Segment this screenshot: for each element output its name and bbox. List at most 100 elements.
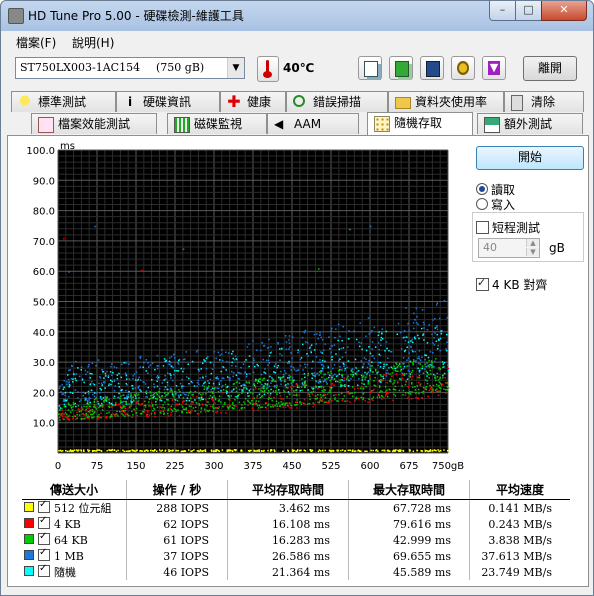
data-point [424, 387, 426, 389]
data-point [273, 365, 276, 367]
data-point [213, 364, 215, 366]
data-point [412, 359, 415, 361]
tab-file-benchmark[interactable]: 檔案效能測試 [31, 113, 157, 134]
data-point [407, 369, 410, 372]
data-point [395, 370, 398, 372]
tab-folder-usage[interactable]: 資料夾使用率 [388, 91, 504, 112]
data-point [284, 402, 287, 405]
data-point [258, 407, 260, 409]
data-point [77, 367, 79, 369]
data-point [292, 366, 295, 369]
copy-screenshot-button[interactable] [389, 56, 413, 80]
tab-erase[interactable]: 清除 [504, 91, 584, 112]
random-access-icon [374, 116, 390, 132]
tab-info[interactable]: i 硬碟資訊 [116, 91, 220, 112]
maximize-button[interactable]: □ [515, 1, 542, 21]
start-button[interactable]: 開始 [476, 146, 584, 170]
data-point [386, 450, 389, 452]
tab-disk-monitor[interactable]: 磁碟監視 [167, 113, 267, 134]
data-point [137, 393, 140, 395]
stepper-up-icon[interactable]: ▲ [526, 239, 539, 247]
data-point [347, 378, 349, 381]
data-point [203, 385, 206, 388]
series-checkbox[interactable] [38, 563, 50, 577]
folder-icon [395, 97, 411, 109]
data-point [272, 404, 274, 406]
data-point [220, 390, 222, 392]
short-test-size-stepper[interactable]: 40 ▲ ▼ [478, 238, 540, 258]
data-point [242, 363, 245, 365]
row-size[interactable]: 4 KB [22, 515, 127, 532]
data-point [120, 395, 122, 398]
chevron-down-icon[interactable]: ▼ [227, 58, 244, 78]
data-point [129, 406, 131, 409]
download-button[interactable]: ▼ [482, 56, 506, 80]
window-title: HD Tune Pro 5.00 - 硬碟檢測-維護工具 [28, 9, 244, 23]
tab-benchmark[interactable]: 標準測試 [11, 91, 116, 112]
series-checkbox[interactable] [38, 531, 50, 545]
data-point [153, 395, 155, 398]
data-point [377, 361, 380, 364]
data-point [432, 319, 434, 321]
data-point [113, 379, 116, 381]
data-point [295, 389, 298, 391]
data-point [368, 333, 371, 335]
data-point [88, 411, 91, 413]
data-point [285, 348, 288, 351]
data-point [412, 322, 415, 324]
data-point [320, 351, 322, 353]
data-point [351, 368, 354, 371]
data-point [341, 379, 343, 381]
row-size[interactable]: 隨機 [22, 563, 127, 580]
data-point [318, 361, 320, 363]
data-point [424, 358, 426, 361]
data-point [123, 405, 126, 408]
data-point [402, 356, 405, 359]
data-point [408, 329, 410, 332]
data-point [225, 386, 228, 389]
x-tick-label: 75 [91, 461, 104, 472]
series-checkbox[interactable] [38, 499, 50, 513]
write-radio[interactable]: 寫入 [476, 196, 515, 213]
align-4kb-checkbox[interactable]: 4 KB 對齊 [476, 276, 547, 293]
data-point [111, 374, 113, 377]
data-point [222, 377, 225, 379]
series-label: 4 KB [54, 518, 81, 531]
data-point [445, 333, 448, 336]
short-test-checkbox[interactable]: 短程測試 [476, 219, 540, 236]
row-size[interactable]: 1 MB [22, 547, 127, 564]
series-checkbox[interactable] [38, 547, 50, 561]
data-point [389, 388, 391, 391]
close-button[interactable]: ✕ [541, 1, 587, 21]
exit-button[interactable]: 離開 [523, 56, 577, 81]
tab-extra-tests[interactable]: 額外測試 [477, 113, 583, 134]
row-size[interactable]: 64 KB [22, 531, 127, 548]
data-point [122, 449, 124, 452]
tab-random-access[interactable]: 隨機存取 [367, 112, 473, 135]
tab-health[interactable]: ✚ 健康 [220, 91, 286, 112]
series-checkbox[interactable] [38, 515, 50, 529]
stepper-down-icon[interactable]: ▼ [526, 248, 539, 256]
data-point [83, 414, 85, 416]
data-point [397, 370, 399, 372]
data-point [81, 379, 84, 381]
save-button[interactable] [420, 56, 444, 80]
menu-file[interactable]: 檔案(F) [16, 34, 56, 51]
copy-button[interactable] [358, 56, 382, 80]
menu-help[interactable]: 說明(H) [72, 34, 114, 51]
data-point [308, 347, 311, 349]
row-size[interactable]: 512 位元組 [22, 499, 127, 516]
x-tick-label: 525 [321, 461, 340, 472]
data-point [103, 377, 105, 379]
drive-select[interactable]: ST750LX003-1AC154 (750 gB) ▼ [15, 57, 245, 79]
data-point [130, 405, 132, 407]
options-button[interactable] [451, 56, 475, 80]
data-point [359, 387, 362, 390]
tab-error-scan[interactable]: 錯誤掃描 [286, 91, 388, 112]
data-point [267, 346, 270, 349]
data-point [205, 367, 208, 370]
data-point [110, 383, 112, 386]
minimize-button[interactable]: – [489, 1, 516, 21]
data-point [101, 369, 103, 371]
tab-aam[interactable]: ◀ AAM [267, 113, 359, 134]
